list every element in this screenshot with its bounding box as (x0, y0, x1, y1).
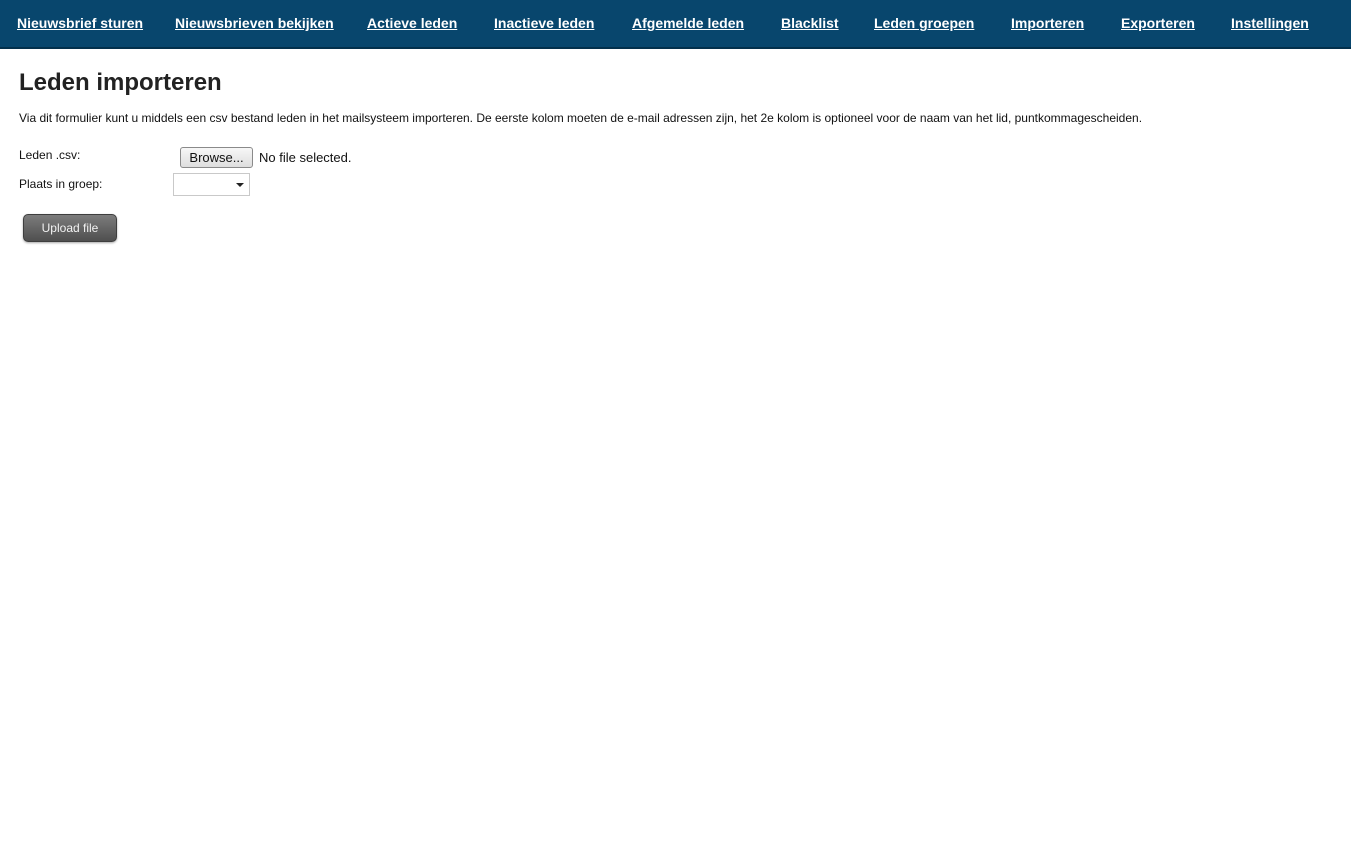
nav-item-actieve-leden[interactable]: Actieve leden (367, 15, 457, 31)
file-status-text: No file selected. (259, 150, 352, 165)
nav-item-blacklist[interactable]: Blacklist (781, 15, 839, 31)
page-title: Leden importeren (19, 69, 222, 96)
nav-item-instellingen[interactable]: Instellingen (1231, 15, 1309, 31)
nav-item-nieuwsbrief-sturen[interactable]: Nieuwsbrief sturen (17, 15, 143, 31)
intro-text: Via dit formulier kunt u middels een csv… (19, 111, 1143, 125)
browse-button[interactable]: Browse... (180, 147, 253, 168)
nav-item-nieuwsbrieven-bekijken[interactable]: Nieuwsbrieven bekijken (175, 15, 334, 31)
top-navigation: Nieuwsbrief sturen Nieuwsbrieven bekijke… (0, 0, 1351, 49)
nav-item-inactieve-leden[interactable]: Inactieve leden (494, 15, 594, 31)
nav-item-importeren[interactable]: Importeren (1011, 15, 1084, 31)
dropdown-arrow-icon (236, 183, 244, 187)
group-field-label: Plaats in groep: (19, 177, 103, 191)
nav-item-exporteren[interactable]: Exporteren (1121, 15, 1195, 31)
nav-item-afgemelde-leden[interactable]: Afgemelde leden (632, 15, 744, 31)
nav-item-leden-groepen[interactable]: Leden groepen (874, 15, 974, 31)
group-select[interactable] (173, 173, 250, 196)
upload-file-button[interactable]: Upload file (23, 214, 117, 242)
file-field-label: Leden .csv: (19, 148, 81, 162)
